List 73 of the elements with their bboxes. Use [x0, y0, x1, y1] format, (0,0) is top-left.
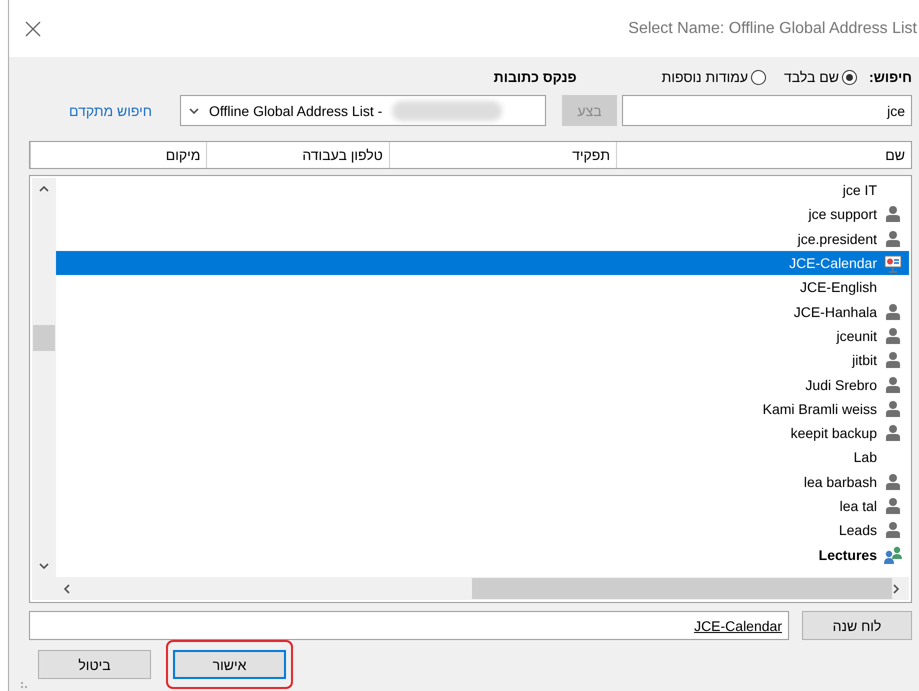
radio-circle[interactable]	[842, 70, 857, 84]
list-row[interactable]: Kami Bramli weiss	[56, 396, 909, 421]
person-icon	[883, 204, 903, 224]
contact-name: jceunit	[836, 328, 877, 344]
scroll-down-icon[interactable]	[39, 561, 49, 571]
column-header[interactable]: תפקיד	[388, 142, 616, 168]
list-row[interactable]: jce support	[56, 202, 909, 227]
person-icon	[883, 326, 903, 346]
vertical-scrollbar[interactable]	[32, 178, 56, 577]
column-header[interactable]: טלפון בעבודה	[206, 142, 389, 168]
contact-name: jce IT	[842, 182, 877, 198]
person-icon	[883, 374, 903, 395]
list-row[interactable]: JCE-Calendar	[56, 250, 909, 276]
window-title: Select Name: Offline Global Address List	[628, 20, 918, 38]
contact-name: JCE-English	[800, 279, 877, 296]
search-label: חיפוש:	[868, 69, 912, 85]
list-row[interactable]: lea barbash	[56, 470, 909, 494]
list-row[interactable]: jitbit	[56, 348, 909, 372]
contact-name: jce support	[808, 206, 877, 222]
person-icon	[883, 472, 903, 492]
column-header[interactable]: שם	[616, 142, 911, 168]
contact-name: JCE-Calendar	[789, 255, 877, 272]
search-field[interactable]: jce	[622, 95, 912, 126]
person-icon	[883, 302, 903, 322]
list-row[interactable]: JCE-Hanhala	[56, 299, 909, 324]
list-row[interactable]: Judi Srebro	[56, 372, 909, 397]
scroll-up-icon[interactable]	[39, 184, 49, 194]
group-icon	[883, 544, 903, 565]
list-row[interactable]: jceunit	[56, 324, 909, 348]
scroll-thumb[interactable]	[472, 578, 892, 599]
contact-name: Lectures	[818, 546, 877, 563]
contact-name: Kami Bramli weiss	[762, 400, 877, 417]
ok-button[interactable]: אישור	[173, 650, 286, 679]
close-icon[interactable]	[25, 20, 41, 36]
person-icon	[883, 228, 903, 249]
recipient-field[interactable]: JCE-Calendar	[29, 611, 789, 640]
person-icon	[883, 350, 903, 370]
advanced-search-link[interactable]: חיפוש מתקדם	[69, 102, 152, 118]
contact-name: jce.president	[798, 230, 877, 247]
scroll-right-icon[interactable]	[891, 584, 901, 594]
easel-icon	[883, 253, 903, 274]
contact-name: JCE-Hanhala	[794, 304, 877, 320]
person-icon	[883, 496, 903, 516]
person-icon	[883, 398, 903, 419]
radio-circle[interactable]	[750, 70, 766, 84]
scroll-left-icon[interactable]	[62, 584, 72, 594]
address-book-dropdown[interactable]: Offline Global Address List -	[180, 95, 546, 126]
list-row[interactable]: lea tal	[56, 494, 909, 518]
radio-option[interactable]: שם בלבד	[784, 69, 857, 85]
list-row[interactable]: jce.president	[56, 226, 909, 251]
contact-name: lea barbash	[804, 474, 877, 490]
horizontal-scrollbar[interactable]	[32, 577, 909, 600]
contact-name: Lab	[854, 449, 877, 466]
contact-name: lea tal	[840, 498, 877, 514]
cancel-button[interactable]: ביטול	[38, 650, 151, 679]
column-header[interactable]: מיקום	[30, 142, 206, 168]
list-row[interactable]: Leads	[56, 518, 909, 542]
list-row[interactable]: Lab	[56, 445, 909, 470]
person-icon	[883, 520, 903, 540]
list-row[interactable]: jce IT	[56, 178, 909, 202]
list-row[interactable]: Lectures	[56, 542, 909, 567]
calendar-button[interactable]: לוח שנה	[802, 611, 912, 640]
chevron-down-icon[interactable]	[189, 106, 199, 116]
contact-name: jitbit	[852, 352, 877, 368]
list-row[interactable]: keepit backup	[56, 420, 909, 446]
contact-name: Leads	[838, 522, 877, 538]
scroll-thumb[interactable]	[33, 325, 55, 351]
contact-name: Judi Srebro	[805, 376, 877, 393]
person-icon	[883, 423, 903, 444]
radio-option[interactable]: עמודות נוספות	[662, 69, 766, 85]
contact-name: keepit backup	[790, 425, 877, 442]
address-book-label: פנקס כתובות	[494, 69, 577, 85]
list-row[interactable]: JCE-English	[56, 275, 909, 300]
